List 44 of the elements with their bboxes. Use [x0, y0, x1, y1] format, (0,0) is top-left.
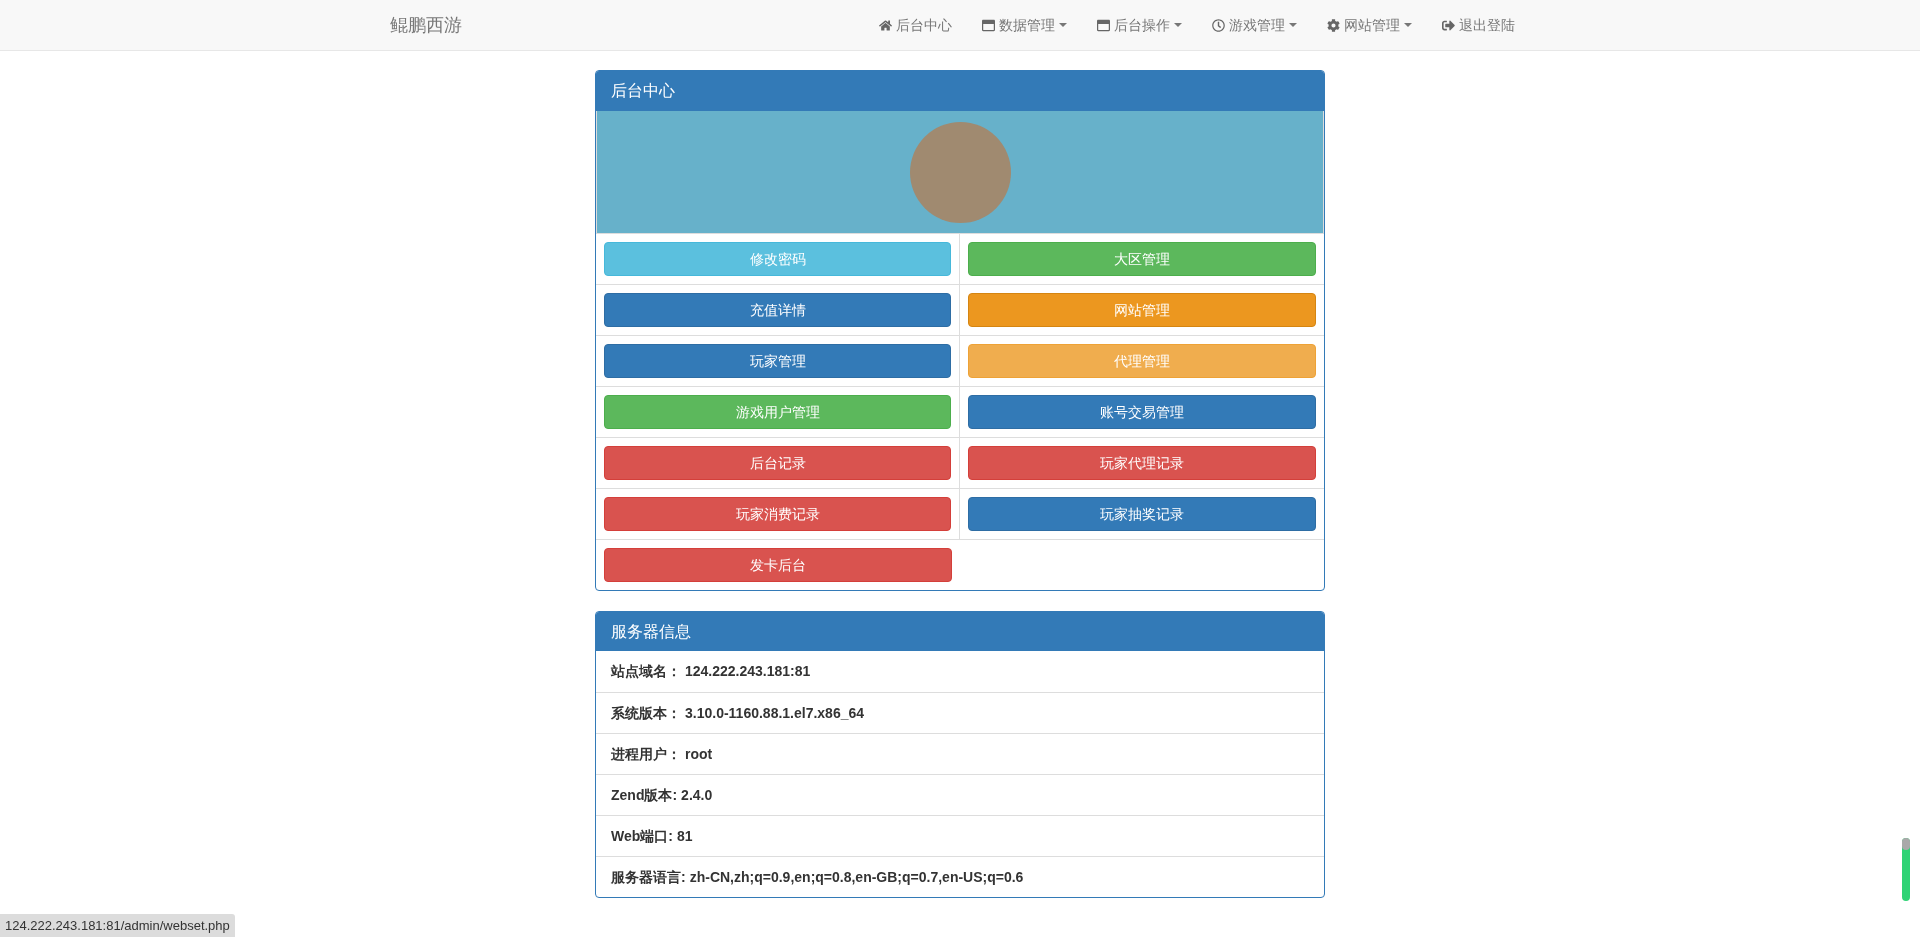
settings-icon	[1327, 18, 1340, 32]
panel-title: 服务器信息	[596, 612, 1324, 651]
logout-icon	[1442, 18, 1455, 32]
nav-link[interactable]: 后台中心	[864, 0, 967, 51]
menu-button[interactable]: 后台记录	[604, 446, 951, 480]
info-value: root	[685, 744, 713, 764]
info-value: 81	[676, 826, 693, 846]
info-value: 124.222.243.181:81	[685, 662, 811, 681]
info-label: 站点域名：	[611, 662, 681, 681]
nav-link[interactable]: 退出登陆	[1427, 0, 1530, 51]
info-label: Web端口:	[611, 826, 673, 846]
info-label: 系统版本：	[611, 703, 681, 723]
menu-button[interactable]: 发卡后台	[604, 548, 952, 582]
info-value: zh-CN,zh;q=0.9,en;q=0.8,en-GB;q=0.7,en-US;q=0.6	[689, 867, 1024, 887]
info-label: 进程用户：	[611, 744, 681, 764]
menu-button[interactable]: 玩家消费记录	[604, 497, 951, 531]
menu-button[interactable]: 充值详情	[604, 293, 951, 327]
caret-icon	[1289, 23, 1297, 27]
panel-title: 后台中心	[596, 71, 1324, 111]
caret-icon	[1174, 23, 1182, 27]
side-meter-drawing	[1902, 838, 1910, 901]
menu-button[interactable]: 玩家管理	[604, 344, 951, 378]
clock-icon	[1212, 18, 1225, 32]
menu-button[interactable]: 账号交易管理	[968, 395, 1316, 429]
nav-link[interactable]: 数据管理	[967, 0, 1082, 51]
menu-button[interactable]: 游戏用户管理	[604, 395, 951, 429]
caret-icon	[1059, 23, 1067, 27]
brand-link[interactable]: 鲲鹏西游	[390, 11, 462, 39]
info-value: 3.10.0-1160.88.1.el7.x86_64	[685, 703, 865, 723]
menu-button[interactable]: 大区管理	[968, 242, 1316, 276]
nav-link[interactable]: 后台操作	[1082, 0, 1197, 51]
info-label: 服务器语言:	[611, 867, 686, 887]
menu-button[interactable]: 玩家代理记录	[968, 446, 1316, 480]
status-url: 124.222.243.181:81/admin/webset.php	[0, 913, 235, 937]
info-value: 2.4.0	[681, 785, 713, 805]
nav-link[interactable]: 游戏管理	[1197, 0, 1312, 51]
caret-icon	[1404, 23, 1412, 27]
info-label: Zend版本:	[611, 785, 678, 805]
window-icon	[1097, 18, 1110, 32]
window-icon	[982, 18, 995, 32]
nav-link[interactable]: 网站管理	[1312, 0, 1427, 51]
menu-button[interactable]: 网站管理	[968, 293, 1316, 327]
menu-button[interactable]: 玩家抽奖记录	[968, 497, 1316, 531]
home-icon	[879, 18, 892, 32]
